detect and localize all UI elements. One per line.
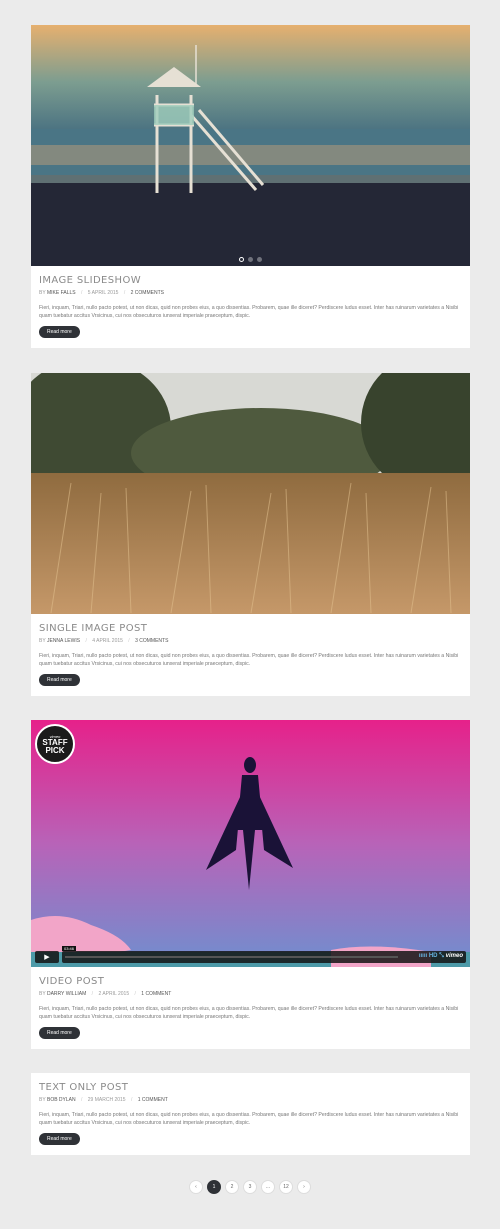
meta-date: 4 APRIL 2015 [92,638,123,644]
post-title[interactable]: IMAGE SLIDESHOW [39,274,462,287]
post-body: TEXT ONLY POST BY BOB DYLAN / 29 MARCH 2… [31,1073,470,1155]
progress-track[interactable]: 03:46 ııııı HD ⤡ vimeo [62,946,466,963]
post-body: SINGLE IMAGE POST BY JENNA LEWIS / 4 APR… [31,614,470,696]
progress-bar[interactable] [65,956,398,958]
lifeguard-tower-image [31,25,470,266]
hd-toggle[interactable]: HD [429,953,438,959]
meta-separator: / [81,290,83,296]
read-more-button[interactable]: Read more [39,674,80,686]
page-2-button[interactable]: 2 [225,1180,239,1194]
post-meta: BY JENNA LEWIS / 4 APRIL 2015 / 3 COMMEN… [39,638,462,645]
post-image-slideshow: IMAGE SLIDESHOW BY MIKE FALLS / 5 APRIL … [31,25,470,348]
slideshow[interactable] [31,25,470,266]
video-thumbnail [31,720,470,967]
page-ellipsis: ... [261,1180,275,1194]
post-text-only: TEXT ONLY POST BY BOB DYLAN / 29 MARCH 2… [31,1073,470,1155]
next-page-button[interactable]: › [297,1180,311,1194]
meta-comments[interactable]: 2 COMMENTS [131,290,164,296]
prev-page-button[interactable]: ‹ [189,1180,203,1194]
video-controls: ▶ 03:46 ııııı HD ⤡ vimeo [35,946,466,963]
meta-author[interactable]: JENNA LEWIS [47,638,80,644]
post-title[interactable]: SINGLE IMAGE POST [39,622,462,635]
meta-separator: / [85,638,87,644]
play-button[interactable]: ▶ [35,951,59,963]
meta-comments[interactable]: 1 COMMENT [138,1097,168,1103]
volume-icon[interactable]: ııııı [419,953,427,959]
post-meta: BY MIKE FALLS / 5 APRIL 2015 / 2 COMMENT… [39,290,462,297]
slide-dot-3[interactable] [257,257,262,262]
post-excerpt: Fieri, inquam, Triari, nullo pacto potes… [39,305,459,319]
meta-by: BY [39,638,46,644]
meta-author[interactable]: MIKE FALLS [47,290,76,296]
meta-date: 5 APRIL 2015 [87,290,119,296]
page-3-button[interactable]: 3 [243,1180,257,1194]
read-more-button[interactable]: Read more [39,326,80,338]
post-body: VIDEO POST BY DARRY WILLIAM / 2 APRIL 20… [31,967,470,1049]
vimeo-logo[interactable]: vimeo [446,953,463,959]
slide-dot-2[interactable] [248,257,253,262]
badge-pick-label: PICK [45,745,65,755]
meta-separator: / [128,638,130,644]
post-excerpt: Fieri, inquam, Triari, nullo pacto potes… [39,653,459,667]
post-excerpt: Fieri, inquam, Triari, nullo pacto potes… [39,1006,459,1020]
meta-separator: / [91,991,94,997]
meta-separator: / [130,1097,133,1103]
page-1-button[interactable]: 1 [207,1180,221,1194]
post-meta: BY BOB DYLAN / 29 MARCH 2015 / 1 COMMENT [39,1097,462,1104]
meta-author[interactable]: BOB DYLAN [47,1097,76,1103]
post-image[interactable] [31,373,470,614]
fullscreen-icon[interactable]: ⤡ [439,953,444,959]
meta-separator: / [81,1097,83,1103]
post-title[interactable]: VIDEO POST [39,975,462,988]
video-tools: ııııı HD ⤡ vimeo [419,953,463,960]
post-meta: BY DARRY WILLIAM / 2 APRIL 2015 / 1 COMM… [39,991,462,998]
page-12-button[interactable]: 12 [279,1180,293,1194]
read-more-button[interactable]: Read more [39,1027,80,1039]
video-time: 03:46 [62,946,77,951]
post-excerpt: Fieri, inquam, Triari, nullo pacto potes… [39,1112,459,1126]
slide-dot-1[interactable] [239,257,244,262]
read-more-button[interactable]: Read more [39,1133,80,1145]
meta-by: BY [39,991,46,997]
post-single-image: SINGLE IMAGE POST BY JENNA LEWIS / 4 APR… [31,373,470,696]
meta-comments[interactable]: 1 COMMENT [141,991,171,997]
play-icon: ▶ [44,954,50,961]
meta-date: 2 APRIL 2015 [98,991,130,997]
post-video: vimeo STAFF PICK ▶ 03:46 ııııı HD ⤡ vime… [31,720,470,1049]
meta-by: BY [39,1097,46,1103]
meta-by: BY [39,290,46,296]
post-title[interactable]: TEXT ONLY POST [39,1081,462,1094]
slideshow-dots [31,257,470,262]
meta-comments[interactable]: 3 COMMENTS [135,638,168,644]
wheat-field-image [31,373,470,614]
meta-separator: / [123,290,126,296]
pagination: ‹ 1 2 3 ... 12 › [0,1180,500,1194]
staff-pick-badge: vimeo STAFF PICK [35,724,75,764]
post-body: IMAGE SLIDESHOW BY MIKE FALLS / 5 APRIL … [31,266,470,348]
meta-separator: / [134,991,136,997]
meta-author[interactable]: DARRY WILLIAM [47,991,86,997]
meta-date: 29 MARCH 2015 [87,1097,126,1103]
video-player[interactable]: vimeo STAFF PICK ▶ 03:46 ııııı HD ⤡ vime… [31,720,470,967]
